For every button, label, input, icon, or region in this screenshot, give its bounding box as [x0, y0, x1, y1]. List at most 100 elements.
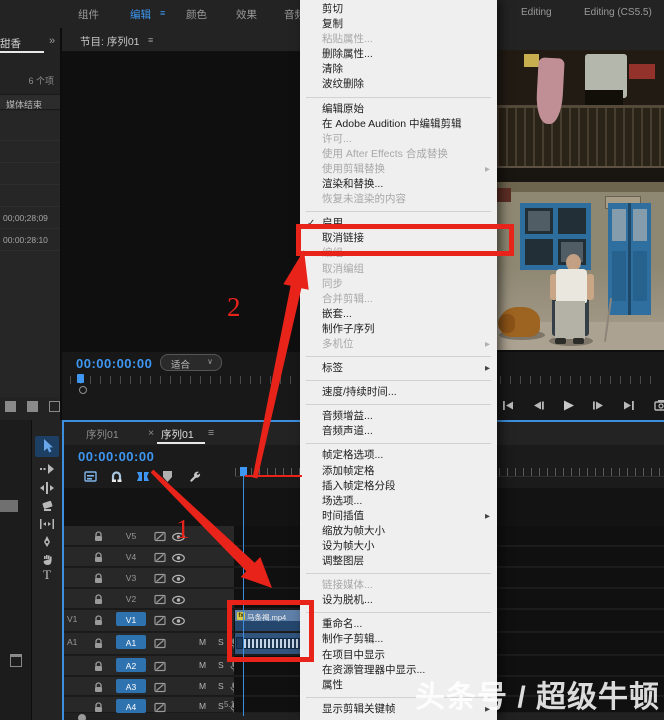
source-patch-label[interactable]: A1 — [67, 637, 77, 647]
track-target-button[interactable]: V4 — [116, 549, 146, 563]
sync-lock-icon[interactable] — [154, 680, 167, 693]
scrollbar-thumb[interactable] — [0, 500, 18, 512]
menu-item-在项目中显示[interactable]: 在项目中显示 — [300, 648, 497, 663]
program-playhead-handle[interactable] — [79, 386, 87, 394]
razor-tool-icon[interactable] — [39, 498, 55, 514]
workspace-menu-icon[interactable]: ≡ — [160, 8, 165, 18]
sync-lock-icon[interactable] — [154, 529, 167, 542]
mute-button[interactable]: M — [199, 701, 206, 711]
solo-button[interactable]: S — [218, 637, 224, 647]
play-button[interactable] — [562, 399, 576, 413]
new-item-icon[interactable] — [49, 401, 60, 412]
track-target-button[interactable]: A4 — [116, 699, 146, 713]
menu-item-时间插值[interactable]: 时间插值 ▶ — [300, 509, 497, 524]
menu-item-删除属性[interactable]: 删除属性... — [300, 47, 497, 62]
project-list-item[interactable]: 00;00;28;09 — [0, 207, 60, 229]
list-view-icon[interactable] — [5, 401, 16, 412]
menu-item-嵌套[interactable]: 嵌套... — [300, 307, 497, 322]
menu-item-帧定格选项[interactable]: 帧定格选项... — [300, 448, 497, 463]
hand-tool-icon[interactable] — [39, 551, 55, 567]
track-target-button[interactable]: V5 — [116, 528, 146, 542]
track-target-button[interactable]: V3 — [116, 570, 146, 584]
sync-lock-icon[interactable] — [154, 636, 167, 649]
go-to-in-button[interactable] — [502, 399, 516, 413]
slip-tool-icon[interactable] — [39, 516, 55, 532]
step-back-button[interactable] — [532, 399, 546, 413]
project-panel-tab[interactable]: 甜香 — [0, 36, 44, 51]
trash-icon[interactable] — [10, 654, 22, 667]
menu-item-音频增益[interactable]: 音频增益... — [300, 409, 497, 424]
workspace-tab-editing-cs55[interactable]: Editing (CS5.5) — [584, 7, 652, 18]
menu-item-添加帧定格[interactable]: 添加帧定格 — [300, 464, 497, 479]
menu-item-编辑原始[interactable]: 编辑原始 — [300, 102, 497, 117]
menu-item-调整图层[interactable]: 调整图层 — [300, 554, 497, 569]
menu-item-速度持续时间[interactable]: 速度/持续时间... — [300, 385, 497, 400]
menu-item-波纹删除[interactable]: 波纹删除 — [300, 77, 497, 92]
ripple-edit-tool-icon[interactable] — [39, 480, 55, 496]
menu-item-制作子剪辑[interactable]: 制作子剪辑... — [300, 632, 497, 647]
menu-item-重命名[interactable]: 重命名... — [300, 617, 497, 632]
column-header-media-end[interactable]: 媒体结束 — [0, 94, 60, 110]
menu-item-插入帧定格分段[interactable]: 插入帧定格分段 — [300, 479, 497, 494]
project-list-item[interactable]: 00:00:28:10 — [0, 229, 60, 251]
sync-lock-icon[interactable] — [154, 613, 167, 626]
track-target-button[interactable]: A2 — [116, 658, 146, 672]
workspace-tab-effects[interactable]: 效果 — [236, 7, 257, 22]
selection-tool-icon[interactable] — [39, 438, 55, 454]
mute-button[interactable]: M — [199, 681, 206, 691]
menu-item-场选项[interactable]: 场选项... — [300, 494, 497, 509]
sync-lock-icon[interactable] — [154, 592, 167, 605]
pen-tool-icon[interactable] — [39, 534, 55, 550]
mute-button[interactable]: M — [199, 637, 206, 647]
lock-icon[interactable] — [94, 571, 107, 583]
menu-item-音频声道[interactable]: 音频声道... — [300, 424, 497, 439]
menu-item-渲染和替换[interactable]: 渲染和替换... — [300, 177, 497, 192]
eye-toggle-icon[interactable] — [172, 613, 185, 626]
menu-item-设为帧大小[interactable]: 设为帧大小 — [300, 539, 497, 554]
eye-toggle-icon[interactable] — [172, 571, 185, 584]
eye-toggle-icon[interactable] — [172, 592, 185, 605]
lock-icon[interactable] — [94, 529, 107, 541]
track-target-button[interactable]: V2 — [116, 591, 146, 605]
workspace-tab-assembly[interactable]: 组件 — [78, 7, 99, 22]
source-patch-label[interactable]: V1 — [67, 614, 77, 624]
go-to-out-button[interactable] — [622, 399, 636, 413]
step-forward-button[interactable] — [592, 399, 606, 413]
sync-lock-icon[interactable] — [154, 550, 167, 563]
type-tool-icon[interactable]: T — [39, 567, 55, 583]
menu-item-复制[interactable]: 复制 — [300, 17, 497, 32]
mute-button[interactable]: M — [199, 660, 206, 670]
solo-button[interactable]: S — [218, 701, 224, 711]
workspace-tab-editing-en[interactable]: Editing — [521, 7, 552, 18]
track-select-tool-icon[interactable] — [39, 461, 55, 477]
menu-item-设为脱机[interactable]: 设为脱机... — [300, 593, 497, 608]
program-playhead[interactable] — [77, 374, 84, 383]
workspace-tab-color[interactable]: 颜色 — [186, 7, 207, 22]
eye-toggle-icon[interactable] — [172, 550, 185, 563]
lock-icon[interactable] — [94, 680, 107, 692]
workspace-tab-editing[interactable]: 编辑 — [130, 7, 151, 22]
lock-icon[interactable] — [94, 592, 107, 604]
solo-button[interactable]: S — [218, 681, 224, 691]
track-target-button[interactable]: A3 — [116, 679, 146, 693]
menu-item-剪切[interactable]: 剪切 — [300, 2, 497, 17]
program-timecode[interactable]: 00:00:00:00 — [76, 356, 152, 371]
lock-icon[interactable] — [94, 659, 107, 671]
lock-icon[interactable] — [94, 636, 107, 648]
scrollbar-handle[interactable] — [78, 714, 86, 720]
sync-lock-icon[interactable] — [154, 571, 167, 584]
menu-item-在AdobeAudition中编辑剪辑[interactable]: 在 Adobe Audition 中编辑剪辑 — [300, 117, 497, 132]
lock-icon[interactable] — [94, 550, 107, 562]
lock-icon[interactable] — [94, 613, 107, 625]
track-target-button[interactable]: A1 — [116, 635, 146, 649]
track-target-button[interactable]: V1 — [116, 612, 146, 626]
panel-collapse-icon[interactable]: » — [49, 35, 55, 47]
program-panel-menu-icon[interactable]: ≡ — [148, 35, 153, 45]
solo-button[interactable]: S — [218, 660, 224, 670]
lock-icon[interactable] — [94, 700, 107, 712]
menu-item-缩放为帧大小[interactable]: 缩放为帧大小 — [300, 524, 497, 539]
icon-view-icon[interactable] — [27, 401, 38, 412]
menu-item-制作子序列[interactable]: 制作子序列 — [300, 322, 497, 337]
export-frame-icon[interactable] — [654, 399, 664, 413]
zoom-level-select[interactable]: 适合 ∨ — [160, 354, 222, 371]
